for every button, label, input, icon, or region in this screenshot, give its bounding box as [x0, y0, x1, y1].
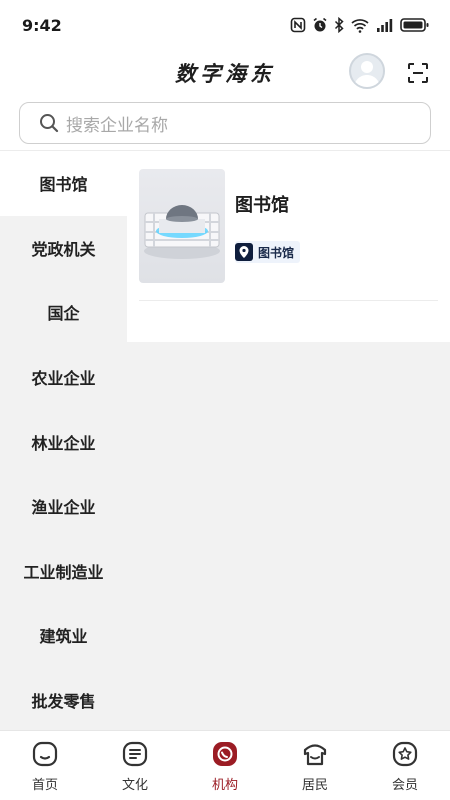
result-title: 图书馆 [235, 195, 289, 216]
tab-label: 机构 [211, 778, 238, 793]
resident-icon [303, 744, 327, 766]
sidebar-item-state-enterprise[interactable]: 国企 [0, 280, 127, 345]
institution-icon [213, 742, 237, 766]
list-item[interactable]: 图书馆 图书馆 [139, 169, 439, 283]
tab-member[interactable]: 会员 [360, 731, 450, 800]
tab-institution[interactable]: 机构 [180, 731, 270, 800]
status-time: 9:42 [22, 15, 62, 35]
library-building-image [139, 169, 225, 283]
sidebar-item-party-government[interactable]: 党政机关 [0, 216, 127, 281]
search-icon [40, 114, 59, 133]
sidebar-item-forestry[interactable]: 林业企业 [0, 409, 127, 474]
sidebar-item-fishery[interactable]: 渔业企业 [0, 474, 127, 539]
signal-icon [377, 19, 393, 32]
home-icon [32, 741, 58, 767]
bottom-nav: 首页 文化 机构 居民 会员 [0, 730, 450, 800]
result-area: 图书馆 图书馆 [127, 151, 450, 730]
tab-label: 居民 [301, 778, 328, 793]
bluetooth-icon [334, 17, 344, 33]
sidebar-item-agriculture[interactable]: 农业企业 [0, 345, 127, 410]
status-icons [290, 17, 430, 33]
sidebar-item-library[interactable]: 图书馆 [0, 151, 127, 216]
wifi-icon [351, 19, 369, 33]
tab-label: 文化 [121, 778, 148, 793]
avatar-icon[interactable] [349, 53, 385, 89]
sidebar-item-manufacturing[interactable]: 工业制造业 [0, 539, 127, 604]
divider [139, 300, 438, 301]
tab-home[interactable]: 首页 [0, 731, 90, 800]
alarm-icon [313, 17, 327, 32]
result-list: 图书馆 图书馆 [127, 151, 450, 342]
category-tag: 图书馆 [235, 241, 301, 263]
app-header: 数字海东 [0, 50, 450, 94]
member-icon [392, 741, 418, 767]
tab-label: 会员 [391, 778, 418, 793]
sidebar-item-construction[interactable]: 建筑业 [0, 603, 127, 668]
search-placeholder: 搜索企业名称 [66, 115, 168, 136]
tab-culture[interactable]: 文化 [90, 731, 180, 800]
tag-label: 图书馆 [258, 245, 295, 260]
scan-icon[interactable] [406, 61, 430, 85]
sidebar-item-wholesale-retail[interactable]: 批发零售 [0, 668, 127, 730]
search-input[interactable]: 搜索企业名称 [19, 102, 431, 144]
tab-resident[interactable]: 居民 [270, 731, 360, 800]
nfc-icon [290, 17, 306, 33]
category-sidebar: 图书馆 党政机关 国企 农业企业 林业企业 渔业企业 工业制造业 建筑业 批发零… [0, 151, 127, 730]
tab-label: 首页 [31, 778, 58, 793]
status-bar: 9:42 [0, 0, 450, 50]
culture-icon [122, 741, 148, 767]
location-pin-icon [235, 243, 253, 261]
battery-icon [400, 18, 429, 32]
